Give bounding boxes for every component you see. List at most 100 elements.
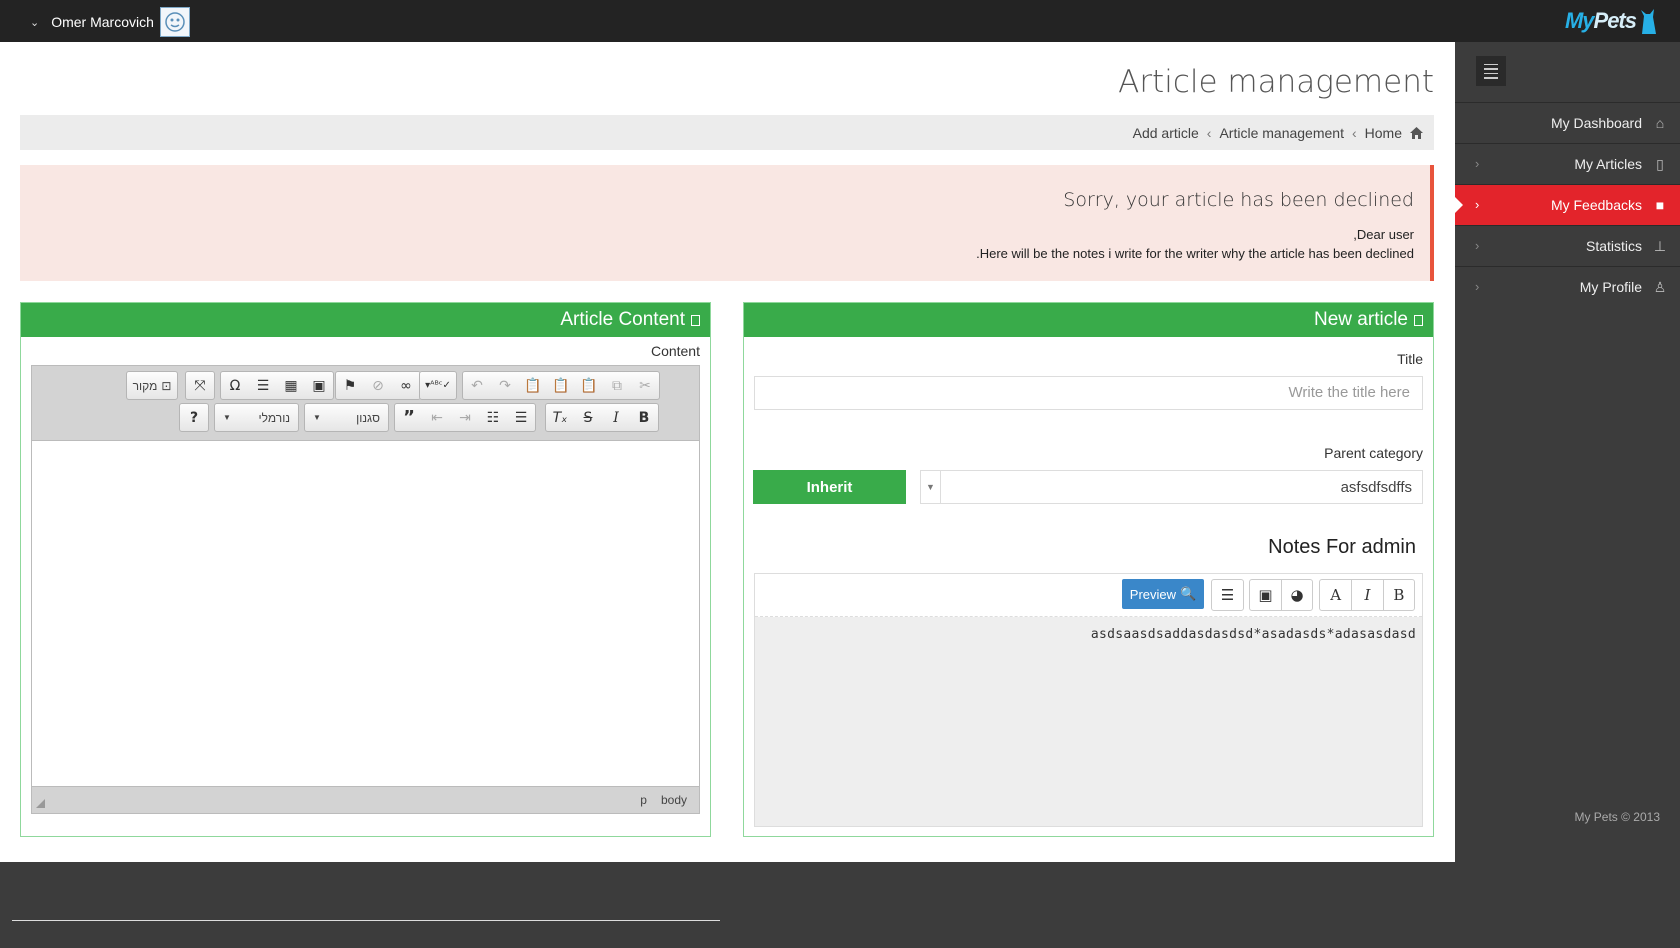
table-icon[interactable]: ▦ xyxy=(277,372,305,399)
menu-toggle-icon[interactable] xyxy=(1476,56,1506,86)
user-name: Omer Marcovich xyxy=(51,14,154,30)
status-path-body[interactable]: body xyxy=(661,793,687,807)
alert-line-1: Dear user, xyxy=(1353,227,1414,242)
sidebar-item-feedbacks[interactable]: › My Feedbacks ■ xyxy=(1455,184,1680,225)
new-article-panel: New article Title Write the title here P… xyxy=(743,302,1434,837)
cut-icon[interactable]: ✂ xyxy=(631,372,659,399)
chevron-right-icon: › xyxy=(1475,279,1480,294)
format-select[interactable]: ▼ נורמלי xyxy=(214,403,299,432)
copyright: My Pets © 2013 xyxy=(1574,810,1660,824)
chevron-right-icon: › xyxy=(1475,238,1480,253)
sidebar-item-label: Statistics xyxy=(1585,238,1642,254)
preview-label: Preview xyxy=(1129,586,1177,602)
top-bar: ⌄ Omer Marcovich My Pets xyxy=(0,0,1680,42)
spellcheck-icon[interactable]: ▾ᴬᴮᶜ✓ xyxy=(420,372,456,399)
decline-alert: Sorry, your article has been declined De… xyxy=(20,165,1434,281)
chevron-right-icon: › xyxy=(1475,156,1480,171)
spellcheck-group: ▾ᴬᴮᶜ✓ xyxy=(419,371,457,400)
image-icon[interactable]: ▣ xyxy=(305,372,333,399)
strikethrough-icon[interactable]: S xyxy=(574,404,602,431)
panel-header: Article Content xyxy=(21,303,710,337)
parent-category-value: asfsdfsdffs xyxy=(1340,478,1412,496)
anchor-flag-icon[interactable]: ⚑ xyxy=(336,372,364,399)
bold-icon[interactable]: B xyxy=(1382,580,1414,610)
sidebar-item-statistics[interactable]: › Statistics ⊥ xyxy=(1455,225,1680,266)
parent-category-label: Parent category xyxy=(1324,445,1423,461)
sidebar-item-dashboard[interactable]: My Dashboard ⌂ xyxy=(1455,102,1680,143)
main-content: Article management Add article ‹ Article… xyxy=(0,42,1455,862)
markdown-toolbar: Preview 🔍 ☰ ▣ ◕ A I B xyxy=(755,574,1422,617)
status-path-p[interactable]: p xyxy=(640,793,647,807)
logo-pets: Pets xyxy=(1593,8,1637,33)
sidebar-item-profile[interactable]: › My Profile ♙ xyxy=(1455,266,1680,307)
breadcrumb-section[interactable]: Article management xyxy=(1219,125,1344,141)
cat-logo-icon xyxy=(1641,9,1656,34)
breadcrumb: Add article ‹ Article management ‹ Home xyxy=(20,115,1434,150)
image-icon[interactable]: ▣ xyxy=(1250,580,1281,610)
bulleted-list-icon[interactable]: ☷ xyxy=(479,404,507,431)
chevron-down-icon: ⌄ xyxy=(30,16,40,29)
sidebar: My Dashboard ⌂ › My Articles ▯ › My Feed… xyxy=(1455,42,1680,862)
user-menu[interactable]: ⌄ Omer Marcovich xyxy=(30,7,190,37)
italic-icon[interactable]: I xyxy=(1351,580,1382,610)
preview-button[interactable]: Preview 🔍 xyxy=(1122,579,1204,609)
divider xyxy=(12,920,720,921)
search-icon: 🔍 xyxy=(1180,586,1197,601)
copy-icon[interactable]: ⧉ xyxy=(603,372,631,399)
horizontal-rule-icon[interactable]: ☰ xyxy=(249,372,277,399)
alert-line-2: Here will be the notes i write for the w… xyxy=(976,246,1414,261)
resize-handle-icon[interactable] xyxy=(36,799,45,808)
alert-body: Dear user, Here will be the notes i writ… xyxy=(20,225,1414,263)
numbered-list-icon[interactable]: ☰ xyxy=(507,404,535,431)
breadcrumb-current: Add article xyxy=(1132,124,1199,141)
blockquote-icon[interactable]: ” xyxy=(395,404,423,431)
insert-group: Ω ☰ ▦ ▣ xyxy=(220,371,334,400)
indent-icon[interactable]: ⇥ xyxy=(451,404,479,431)
sidebar-item-articles[interactable]: › My Articles ▯ xyxy=(1455,143,1680,184)
text-style-group: A I B xyxy=(1319,579,1415,611)
outdent-icon[interactable]: ⇤ xyxy=(423,404,451,431)
clipboard-group: ↶ ↷ 📋 📋 📋 ⧉ ✂ xyxy=(462,371,660,400)
breadcrumb-home[interactable]: Home xyxy=(1365,125,1402,141)
dropdown-caret-icon: ▼ xyxy=(223,413,231,422)
list-icon[interactable]: ☰ xyxy=(1212,580,1243,610)
link-icon[interactable]: ∞ xyxy=(392,372,420,399)
title-input[interactable]: Write the title here xyxy=(754,376,1423,410)
sidebar-item-label: My Articles xyxy=(1574,156,1642,172)
remove-format-icon[interactable]: Tₓ xyxy=(546,404,574,431)
maximize-icon[interactable]: ⤧ xyxy=(186,372,214,399)
mypets-logo[interactable]: My Pets xyxy=(1565,4,1660,38)
undo-icon[interactable]: ↶ xyxy=(463,372,491,399)
panel-header: New article xyxy=(744,303,1433,337)
special-char-icon[interactable]: Ω xyxy=(221,372,249,399)
help-icon[interactable]: ? xyxy=(180,404,208,431)
parent-category-select[interactable]: ▼ asfsdfsdffs xyxy=(920,470,1423,504)
notes-textarea[interactable]: asdsaasdsaddasdasdsd*asadasds*adasasdasd xyxy=(755,617,1422,826)
dropdown-caret-icon: ▼ xyxy=(313,413,321,422)
panel-title: New article xyxy=(1314,309,1408,330)
home-icon xyxy=(1410,126,1423,139)
bold-icon[interactable]: B xyxy=(630,404,658,431)
italic-icon[interactable]: I xyxy=(602,404,630,431)
maximize-group: ⤧ xyxy=(185,371,215,400)
paste-icon[interactable]: 📋 xyxy=(575,372,603,399)
media-group: ▣ ◕ xyxy=(1249,579,1313,611)
style-select[interactable]: ▼ סגנון xyxy=(304,403,389,432)
page-title: Article management xyxy=(1118,64,1434,100)
editor-content-area[interactable] xyxy=(32,441,699,786)
block-group: ” ⇤ ⇥ ☷ ☰ xyxy=(394,403,536,432)
logo-my: My xyxy=(1564,8,1595,33)
notes-title: Notes For admin xyxy=(1268,536,1416,558)
source-button[interactable]: מקור ⊡ xyxy=(126,371,178,400)
redo-icon[interactable]: ↷ xyxy=(491,372,519,399)
paste-text-icon[interactable]: 📋 xyxy=(547,372,575,399)
heading-icon[interactable]: A xyxy=(1320,580,1351,610)
style-label: סגנון xyxy=(356,410,380,425)
rich-text-editor: מקור ⊡ ⤧ Ω ☰ ▦ ▣ ⚑ ⊘ ∞ ▾ᴬᴮᶜ✓ ↶ ↷ 📋 📋 📋 ⧉… xyxy=(31,365,700,814)
folder-icon: ■ xyxy=(1655,197,1665,213)
unlink-icon[interactable]: ⊘ xyxy=(364,372,392,399)
globe-icon[interactable]: ◕ xyxy=(1280,580,1312,610)
inherit-button[interactable]: Inherit xyxy=(753,470,906,504)
editor-status-bar: p body xyxy=(32,786,699,813)
paste-word-icon[interactable]: 📋 xyxy=(519,372,547,399)
